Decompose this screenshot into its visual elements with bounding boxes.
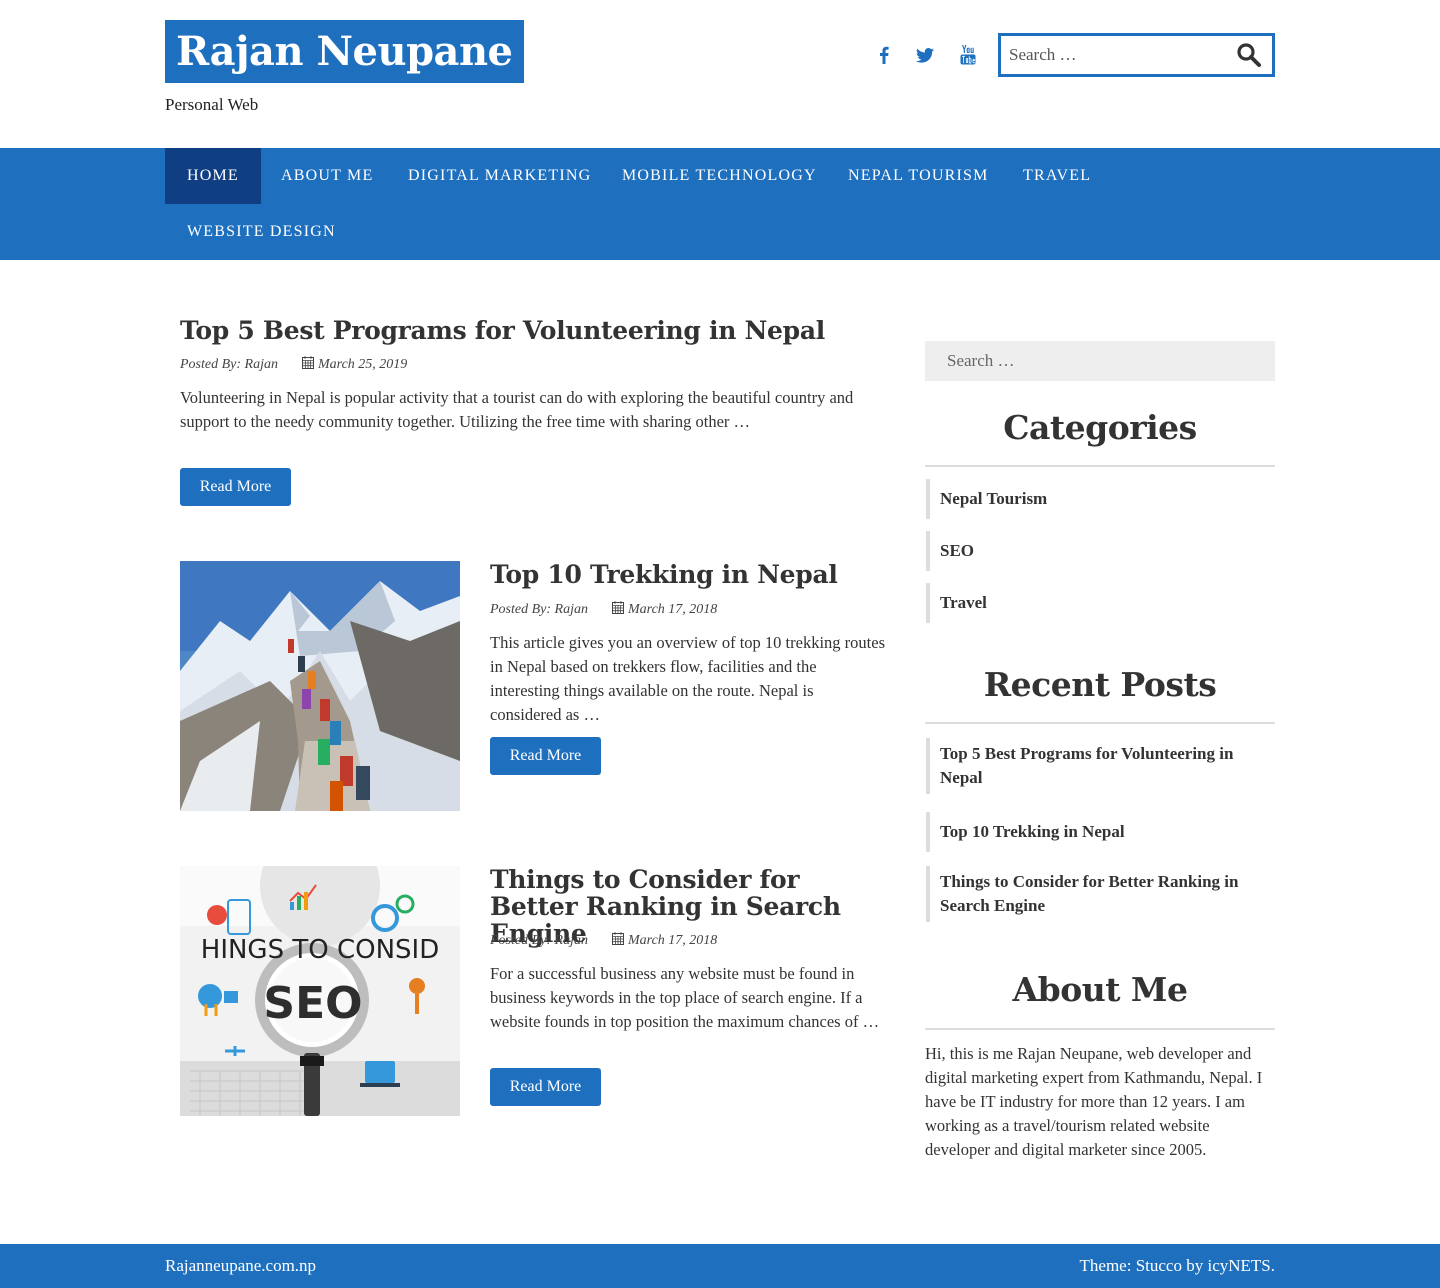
about-me-text: Hi, this is me Rajan Neupane, web develo…	[925, 1044, 1263, 1159]
post-excerpt: For a successful business any website mu…	[490, 964, 880, 1031]
read-more-button[interactable]: Read More	[490, 737, 601, 775]
read-more-button[interactable]: Read More	[180, 468, 291, 506]
seo-image-banner: HINGS TO CONSID	[201, 935, 439, 965]
seo-image-badge: SEO	[263, 978, 362, 1029]
recent-post-seo[interactable]: Things to Consider for Better Ranking in…	[926, 866, 1275, 922]
category-travel[interactable]: Travel	[926, 583, 1275, 623]
post-author[interactable]: Posted By: Rajan	[490, 933, 588, 949]
post-excerpt: Volunteering in Nepal is popular activit…	[180, 388, 854, 431]
post-author[interactable]: Posted By: Rajan	[180, 357, 278, 373]
category-nepal-tourism[interactable]: Nepal Tourism	[926, 479, 1275, 519]
divider	[925, 722, 1275, 724]
divider	[925, 1028, 1275, 1030]
twitter-icon[interactable]	[915, 44, 935, 66]
footer-site-link[interactable]: Rajanneupane.com.np	[165, 1256, 316, 1276]
calendar-icon	[301, 356, 314, 374]
sidebar-search-input[interactable]	[925, 341, 1275, 381]
nav-item-about-me[interactable]: About Me	[259, 148, 395, 204]
post-author[interactable]: Posted By: Rajan	[490, 602, 588, 618]
header-search	[998, 33, 1275, 77]
post-title[interactable]: Top 5 Best Programs for Volunteering in …	[180, 317, 880, 344]
recent-post-trekking[interactable]: Top 10 Trekking in Nepal	[926, 812, 1275, 852]
youtube-icon[interactable]	[958, 44, 978, 66]
recent-posts-title: Recent Posts	[983, 665, 1217, 704]
search-icon[interactable]	[1236, 42, 1262, 68]
post-date[interactable]: March 25, 2019	[318, 357, 407, 373]
site-title[interactable]: Rajan Neupane	[176, 28, 513, 75]
post-thumbnail-trekking[interactable]	[180, 561, 460, 811]
header-search-input[interactable]	[1001, 36, 1221, 74]
nav-item-digital-marketing[interactable]: Digital Marketing	[386, 148, 613, 204]
nav-item-home[interactable]: Home	[165, 148, 261, 204]
post-date[interactable]: March 17, 2018	[628, 602, 717, 618]
sidebar-search	[925, 341, 1275, 381]
categories-title: Categories	[1003, 408, 1197, 447]
divider	[925, 465, 1275, 467]
site-logo[interactable]: Rajan Neupane	[165, 20, 524, 83]
post-date[interactable]: March 17, 2018	[628, 933, 717, 949]
post-title[interactable]: Top 10 Trekking in Nepal	[490, 561, 885, 588]
post-meta: Posted By: Rajan March 17, 2018	[490, 932, 717, 950]
site-footer: Rajanneupane.com.np Theme: Stucco by icy…	[0, 1244, 1440, 1288]
calendar-icon	[611, 932, 624, 950]
calendar-icon	[611, 601, 624, 619]
read-more-button[interactable]: Read More	[490, 1068, 601, 1106]
site-tagline: Personal Web	[165, 95, 259, 114]
post-meta: Posted By: Rajan March 25, 2019	[180, 356, 407, 374]
post-excerpt: This article gives you an overview of to…	[490, 633, 885, 724]
footer-credit: Theme: Stucco by icyNETS.	[1079, 1256, 1275, 1275]
recent-post-volunteering[interactable]: Top 5 Best Programs for Volunteering in …	[926, 738, 1275, 794]
facebook-icon[interactable]	[876, 44, 892, 66]
nav-item-mobile-technology[interactable]: Mobile Technology	[600, 148, 839, 204]
site-header: Rajan Neupane Personal Web	[0, 0, 1440, 148]
about-me-title: About Me	[1012, 970, 1188, 1009]
main-navigation: Home About Me Digital Marketing Mobile T…	[0, 148, 1440, 260]
nav-item-travel[interactable]: Travel	[1001, 148, 1113, 204]
nav-item-website-design[interactable]: Website Design	[165, 204, 358, 260]
post-thumbnail-seo[interactable]: SEO HINGS TO CONSID	[180, 866, 460, 1116]
category-seo[interactable]: SEO	[926, 531, 1275, 571]
nav-item-nepal-tourism[interactable]: Nepal Tourism	[826, 148, 1011, 204]
post-meta: Posted By: Rajan March 17, 2018	[490, 601, 717, 619]
